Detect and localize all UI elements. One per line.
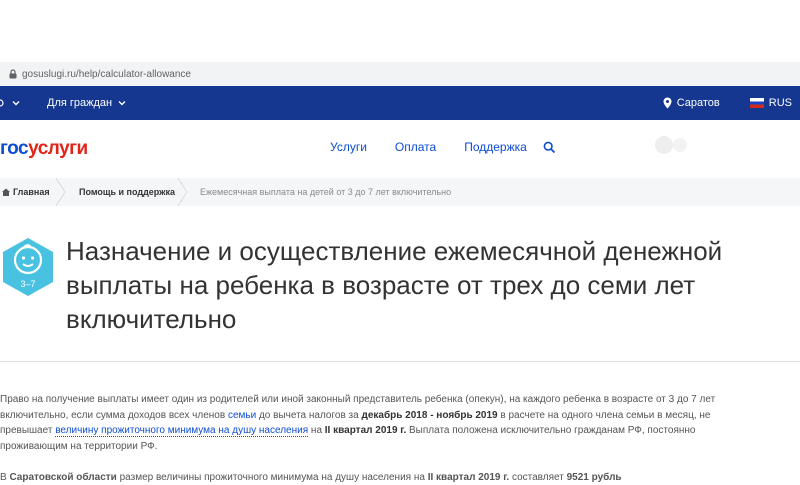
period-bold: декабрь 2018 - ноябрь 2019 (361, 409, 498, 421)
logo-part-uslugi: услуги (28, 138, 88, 159)
location-label: Саратов (676, 97, 720, 109)
audience-selector[interactable]: Для граждан (47, 97, 127, 109)
age-badge: 3–7 (20, 279, 35, 289)
emblem-icon (0, 99, 4, 107)
quarter-bold: II квартал 2019 г. (324, 425, 407, 436)
language-selector[interactable]: RUS (749, 97, 792, 109)
divider (0, 361, 800, 362)
breadcrumb: Главная Помощь и поддержка Ежемесячная в… (0, 178, 800, 206)
top-bar: Для граждан Саратов RUS (0, 86, 800, 120)
breadcrumb-separator-icon (55, 178, 66, 206)
text: на (308, 425, 325, 436)
site-header: госуслуги Услуги Оплата Поддержка (0, 120, 800, 178)
breadcrumb-help[interactable]: Помощь и поддержка (79, 178, 175, 206)
text: до вычета налогов за (256, 409, 362, 421)
url-text[interactable]: gosuslugi.ru/help/calculator-allowance (22, 69, 191, 80)
family-link[interactable]: семьи (228, 410, 256, 421)
breadcrumb-separator-icon (177, 178, 188, 206)
main-nav: Услуги Оплата Поддержка (330, 140, 527, 154)
home-icon (2, 188, 10, 196)
breadcrumb-current: Ежемесячная выплата на детей от 3 до 7 л… (200, 187, 452, 197)
nav-payment[interactable]: Оплата (395, 140, 436, 154)
child-face-icon: 3–7 (3, 238, 53, 296)
language-label: RUS (768, 97, 792, 109)
search-icon[interactable] (543, 141, 556, 154)
nav-services[interactable]: Услуги (330, 140, 367, 154)
eligibility-paragraph: Право на получение выплаты имеет один из… (0, 392, 730, 454)
chevron-down-icon (118, 101, 126, 106)
chevron-down-icon[interactable] (11, 98, 21, 108)
audience-label: Для граждан (47, 97, 113, 109)
subsistence-minimum-link[interactable]: величину прожиточного минимума на душу н… (55, 425, 309, 437)
location-selector[interactable]: Саратов (663, 97, 720, 109)
logo-part-gos: гос (0, 138, 29, 159)
gosuslugi-logo[interactable]: госуслуги (0, 138, 88, 160)
lock-icon (9, 69, 17, 79)
user-avatar-icon[interactable] (652, 133, 694, 157)
location-pin-icon (663, 97, 672, 109)
breadcrumb-home[interactable]: Главная (13, 178, 50, 206)
browser-address-bar[interactable]: gosuslugi.ru/help/calculator-allowance (0, 62, 800, 87)
nav-support[interactable]: Поддержка (464, 140, 527, 154)
screen-margin (0, 0, 800, 62)
page-title: Назначение и осуществление ежемесячной д… (66, 236, 723, 334)
russian-flag-icon (749, 98, 764, 108)
